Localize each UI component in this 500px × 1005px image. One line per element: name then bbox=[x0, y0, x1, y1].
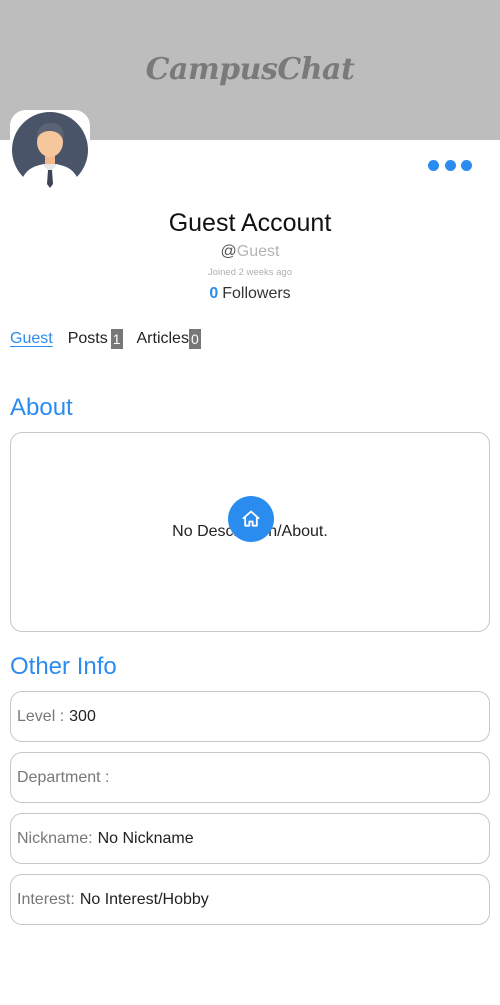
info-row-interest: Interest: No Interest/Hobby bbox=[10, 874, 490, 925]
profile-tabs: Guest Posts 1 Articles 0 bbox=[10, 328, 215, 350]
info-row-nickname: Nickname: No Nickname bbox=[10, 813, 490, 864]
more-dots-icon bbox=[461, 159, 472, 171]
followers-link[interactable]: 0 Followers bbox=[0, 285, 500, 303]
followers-count: 0 bbox=[209, 285, 219, 302]
info-label: Department : bbox=[17, 768, 110, 786]
tab-label: Posts bbox=[67, 330, 108, 347]
info-value: 300 bbox=[69, 707, 96, 725]
articles-count-badge: 0 bbox=[188, 329, 201, 349]
home-icon bbox=[242, 510, 260, 527]
followers-label: Followers bbox=[222, 285, 291, 302]
more-options-button[interactable] bbox=[426, 156, 474, 174]
user-avatar-icon bbox=[12, 112, 88, 188]
home-button[interactable] bbox=[228, 496, 274, 542]
info-value: No Nickname bbox=[97, 829, 194, 847]
more-dots-icon bbox=[428, 159, 439, 171]
info-row-department: Department : bbox=[10, 752, 490, 803]
tab-label: Guest bbox=[10, 330, 53, 347]
profile-handle: @Guest bbox=[0, 243, 500, 261]
info-label: Level : bbox=[17, 707, 65, 725]
joined-date: Joined 2 weeks ago bbox=[208, 267, 292, 278]
profile-name: Guest Account bbox=[168, 209, 332, 237]
about-heading: About bbox=[10, 394, 73, 421]
other-info-heading: Other Info bbox=[10, 653, 117, 680]
tab-guest[interactable]: Guest bbox=[10, 330, 53, 348]
handle-username: Guest bbox=[236, 243, 280, 260]
tab-articles[interactable]: Articles 0 bbox=[137, 329, 201, 349]
info-label: Nickname: bbox=[17, 829, 93, 847]
tab-label: Articles bbox=[136, 330, 189, 347]
tab-posts[interactable]: Posts 1 bbox=[68, 329, 123, 349]
info-row-level: Level : 300 bbox=[10, 691, 490, 742]
posts-count-badge: 1 bbox=[110, 329, 123, 349]
profile-avatar[interactable] bbox=[10, 110, 90, 190]
handle-prefix: @ bbox=[220, 243, 237, 260]
info-label: Interest: bbox=[17, 890, 75, 908]
brand-logo: CampusChat bbox=[145, 51, 355, 87]
info-value: No Interest/Hobby bbox=[79, 890, 209, 908]
more-dots-icon bbox=[444, 159, 456, 171]
